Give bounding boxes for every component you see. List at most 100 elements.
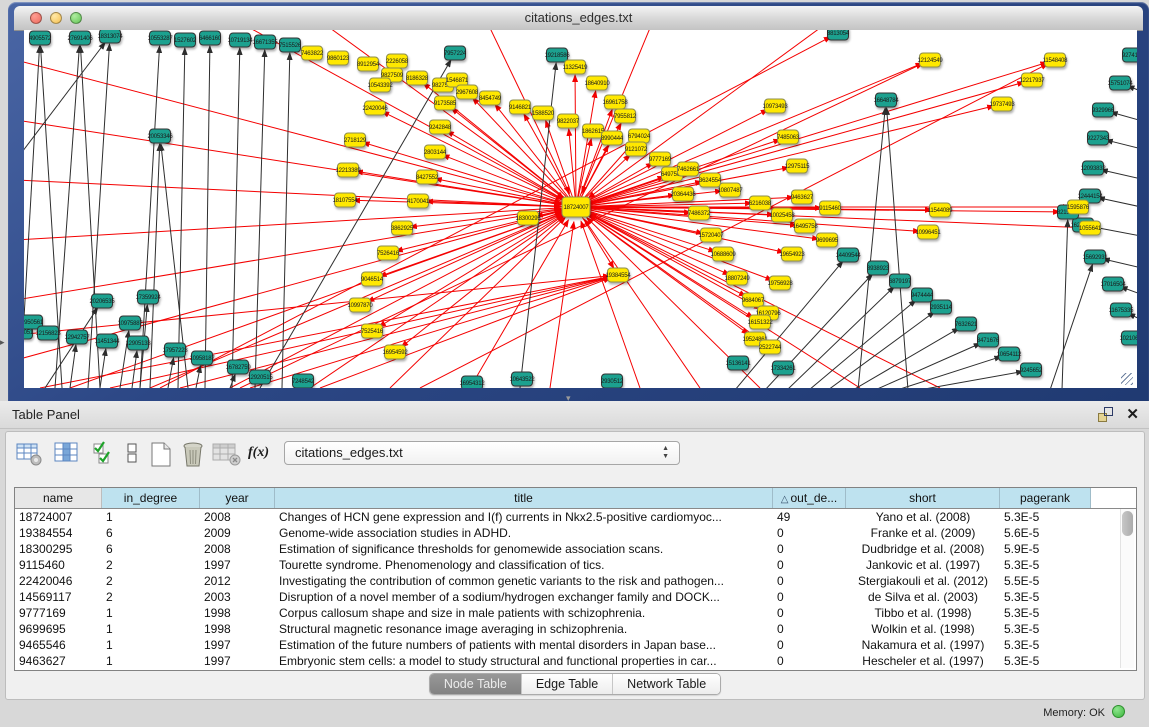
- node-table[interactable]: namein_degreeyeartitle△out_de...shortpag…: [14, 487, 1137, 671]
- tab-network-table[interactable]: Network Table: [613, 674, 720, 694]
- graph-node-label: 8938923: [867, 266, 890, 272]
- graph-node-label: 2967608: [456, 90, 479, 96]
- table-cell: 1997: [200, 653, 275, 669]
- table-cell: Disruption of a novel member of a sodium…: [275, 589, 773, 605]
- network-window-frame: citations_edges.txt 18724007183002951938…: [8, 2, 1149, 401]
- graph-node-label: 17957223: [162, 348, 188, 354]
- table-select-combo[interactable]: citations_edges.txt ▲▼: [284, 441, 680, 465]
- table-mode-icon[interactable]: [16, 441, 44, 467]
- table-cell: 49: [773, 509, 846, 525]
- table-cell: 2: [102, 573, 200, 589]
- table-row[interactable]: 911546021997Tourette syndrome. Phenomeno…: [15, 557, 1136, 573]
- graph-node-label: 18724007: [563, 205, 589, 211]
- delete-table-icon[interactable]: [212, 441, 242, 467]
- graph-edge: [1098, 198, 1137, 208]
- column-header-out-de-[interactable]: △out_de...: [773, 488, 846, 508]
- graph-node-label: 8471676: [977, 338, 1000, 344]
- table-cell: Estimation of the future numbers of pati…: [275, 637, 773, 653]
- graph-node-label: 9777169: [649, 157, 672, 163]
- table-cell: 9777169: [15, 605, 102, 621]
- create-column-icon[interactable]: [148, 441, 174, 469]
- tab-node-table[interactable]: Node Table: [430, 674, 522, 694]
- graph-edge: [575, 75, 576, 207]
- scrollbar-thumb[interactable]: [1122, 511, 1133, 536]
- table-cell: Tibbo et al. (1998): [846, 605, 1000, 621]
- delete-column-icon[interactable]: [180, 441, 208, 469]
- float-panel-icon[interactable]: [1098, 407, 1113, 422]
- table-cell: Franke et al. (2009): [846, 525, 1000, 541]
- table-cell: 5.3E-5: [1000, 589, 1091, 605]
- table-cell: Structural magnetic resonance image aver…: [275, 621, 773, 637]
- graph-node-label: 3624554: [699, 178, 722, 184]
- table-cell: 0: [773, 605, 846, 621]
- table-cell: Tourette syndrome. Phenomenology and cla…: [275, 557, 773, 573]
- column-header-pagerank[interactable]: pagerank: [1000, 488, 1091, 508]
- table-cell: 1997: [200, 637, 275, 653]
- network-window-titlebar[interactable]: citations_edges.txt: [14, 6, 1143, 31]
- table-row[interactable]: 946362711997Embryonic stem cells: a mode…: [15, 653, 1136, 669]
- graph-node-label: 10997870: [347, 303, 373, 309]
- graph-node-label: 19654923: [779, 252, 805, 258]
- network-canvas-svg: 1872400718300295193845544905572276914061…: [24, 30, 1137, 388]
- row-height-icon[interactable]: [126, 441, 140, 467]
- table-row[interactable]: 1830029562008Estimation of significance …: [15, 541, 1136, 557]
- function-builder-icon[interactable]: f(x): [248, 445, 269, 461]
- table-cell: 14569117: [15, 589, 102, 605]
- graph-edge: [584, 219, 700, 388]
- close-panel-icon[interactable]: ✕: [1126, 405, 1139, 423]
- table-cell: 5.6E-5: [1000, 525, 1091, 541]
- vertical-scrollbar[interactable]: [1120, 509, 1134, 668]
- table-cell: 5.3E-5: [1000, 653, 1091, 669]
- table-cell: 0: [773, 653, 846, 669]
- table-row[interactable]: 969969511998Structural magnetic resonanc…: [15, 621, 1136, 637]
- graph-node-label: 17334261: [770, 366, 796, 372]
- graph-node-label: 2522744: [759, 345, 782, 351]
- graph-node-label: 1546871: [446, 78, 469, 84]
- graph-node-label: 9245652: [1020, 368, 1043, 374]
- graph-node-label: 18107554: [332, 198, 358, 204]
- column-header-name[interactable]: name: [15, 488, 102, 508]
- graph-node-label: 7463822: [301, 51, 324, 57]
- table-panel-title: Table Panel: [12, 407, 80, 422]
- table-row[interactable]: 977716911998Corpus callosum shape and si…: [15, 605, 1136, 621]
- column-header-short[interactable]: short: [846, 488, 1000, 508]
- table-cell: 2: [102, 557, 200, 573]
- column-header-title[interactable]: title: [275, 488, 773, 508]
- graph-node-label: 9227343: [1087, 136, 1110, 142]
- graph-node-label: 16648784: [873, 98, 899, 104]
- splitpane-collapse-icon[interactable]: ▸: [0, 338, 5, 347]
- table-row[interactable]: 946554611997Estimation of the future num…: [15, 637, 1136, 653]
- tab-edge-table[interactable]: Edge Table: [522, 674, 613, 694]
- graph-node-label: 7955812: [614, 114, 637, 120]
- network-canvas[interactable]: 1872400718300295193845544905572276914061…: [24, 30, 1137, 388]
- table-cell: 0: [773, 525, 846, 541]
- graph-node-label: 10719134: [227, 38, 253, 44]
- select-all-check-icon[interactable]: [92, 441, 116, 467]
- column-header-year[interactable]: year: [200, 488, 275, 508]
- graph-node-label: 10025458: [769, 213, 795, 219]
- graph-node-label: 7526416: [377, 251, 400, 257]
- graph-node-label: 10553287: [147, 36, 173, 42]
- graph-edge: [550, 222, 574, 388]
- table-row[interactable]: 1872400712008Changes of HCN gene express…: [15, 509, 1136, 525]
- graph-edge: [40, 277, 610, 388]
- table-row[interactable]: 2242004622012Investigating the contribut…: [15, 573, 1136, 589]
- graph-node-label: 3862925: [391, 226, 414, 232]
- table-cell: 5.3E-5: [1000, 621, 1091, 637]
- graph-node-label: 12156823: [35, 331, 61, 337]
- graph-node-label: 9860123: [327, 56, 350, 62]
- window-resize-grip[interactable]: [1121, 373, 1133, 385]
- table-cell: Yano et al. (2008): [846, 509, 1000, 525]
- table-row[interactable]: 1456911722003Disruption of a novel membe…: [15, 589, 1136, 605]
- table-row[interactable]: 1938455462009Genome-wide association stu…: [15, 525, 1136, 541]
- graph-edge: [232, 48, 240, 388]
- graph-node-label: 12124549: [917, 58, 943, 64]
- graph-edge: [1050, 265, 1092, 388]
- column-header-in-degree[interactable]: in_degree: [102, 488, 200, 508]
- graph-node-label: 9329966: [1092, 108, 1115, 114]
- sort-ascending-icon: △: [781, 494, 789, 505]
- graph-node-label: 1527602: [174, 38, 197, 44]
- table-tabs: Node TableEdge TableNetwork Table: [6, 673, 1144, 695]
- graph-edge: [1103, 259, 1137, 269]
- show-columns-icon[interactable]: [54, 441, 80, 467]
